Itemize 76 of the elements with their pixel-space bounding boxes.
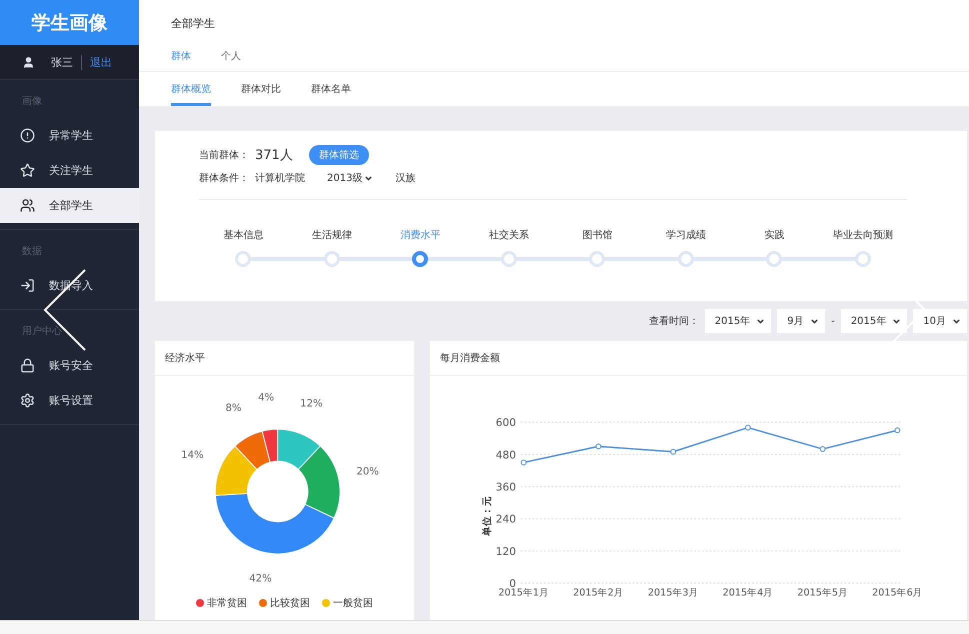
y-tick-label: 600 [496, 417, 516, 430]
section-title: 用户中心 [21, 324, 63, 339]
x-tick-label: 2015年5月 [797, 588, 848, 599]
step-dot[interactable] [412, 251, 428, 267]
caret-icon [756, 316, 766, 326]
data-point [820, 446, 826, 452]
data-point [596, 443, 602, 450]
slice-label: 14% [181, 450, 204, 461]
settings-icon [20, 393, 35, 408]
time-label: 查看时间： [648, 314, 699, 328]
alert-icon [20, 128, 35, 143]
sidebar-item[interactable]: 异常学生 [0, 118, 139, 153]
section-title: 数据 [21, 245, 43, 259]
legend-item: 一般贫困 [322, 596, 373, 610]
panel-title: 每月消费金额 [430, 341, 967, 376]
data-point [745, 424, 751, 430]
y-axis-label: 单位：元 [482, 496, 493, 536]
x-tick-label: 2015年3月 [648, 588, 698, 599]
condition-dropdown[interactable]: 2013级 [327, 171, 374, 185]
subtab[interactable]: 群体对比 [241, 72, 281, 106]
time-select[interactable]: 9月 [777, 309, 826, 333]
panel-title: 经济水平 [155, 341, 414, 376]
current-group-label: 当前群体： [199, 148, 249, 162]
step-label[interactable]: 社交关系 [488, 228, 529, 242]
step-label[interactable]: 基本信息 [223, 228, 264, 242]
y-tick-label: 0 [509, 578, 516, 590]
app-logo: 学生画像 [0, 0, 139, 45]
step-label[interactable]: 图书馆 [582, 228, 612, 242]
caret-icon [952, 316, 961, 326]
time-select[interactable]: 10月 [913, 309, 967, 333]
sidebar-item[interactable]: 账号安全 [0, 348, 139, 383]
slice-label: 20% [356, 466, 379, 478]
condition-tag: 计算机学院 [255, 171, 305, 185]
x-tick-label: 2015年6月 [872, 588, 923, 599]
sidebar-item[interactable]: 全部学生 [0, 188, 139, 223]
step-label[interactable]: 毕业去向预测 [832, 228, 893, 242]
y-tick-label: 480 [496, 449, 516, 462]
y-tick-label: 360 [496, 481, 516, 494]
star-icon [20, 163, 35, 178]
step-label[interactable]: 实践 [764, 228, 784, 242]
group-count: 371人 [255, 147, 293, 164]
sidebar-item[interactable]: 账号设置 [0, 383, 139, 418]
sidebar-item[interactable]: 关注学生 [0, 153, 139, 188]
legend-item: 比较贫困 [259, 596, 310, 610]
subtab[interactable]: 群体名单 [311, 72, 351, 106]
y-tick-label: 120 [496, 546, 516, 558]
caret-icon [810, 316, 820, 326]
section-title: 画像 [21, 95, 43, 109]
group-icon [20, 198, 35, 213]
data-point [670, 448, 676, 455]
slice-label: 42% [249, 574, 272, 585]
user-icon [22, 56, 35, 68]
x-tick-label: 2015年4月 [722, 588, 774, 599]
time-select[interactable]: 2015年 [704, 309, 772, 333]
step-label[interactable]: 生活规律 [312, 228, 352, 242]
step-label[interactable]: 学习成绩 [666, 228, 706, 242]
lock-icon [20, 358, 35, 373]
slice-label: 8% [225, 403, 242, 414]
y-tick-label: 240 [496, 514, 516, 526]
slice-label: 12% [300, 398, 323, 410]
time-select[interactable]: 2015年 [840, 309, 908, 333]
data-point [894, 427, 900, 434]
tab[interactable]: 个人 [221, 43, 241, 71]
data-point [520, 460, 527, 466]
logout-link[interactable]: 退出 [81, 54, 112, 70]
page-title: 全部学生 [170, 16, 216, 32]
import-icon [20, 278, 35, 293]
x-tick-label: 2015年1月 [498, 588, 549, 599]
x-tick-label: 2015年2月 [573, 588, 624, 599]
legend-item: 非常贫困 [196, 596, 247, 610]
range-separator: - [831, 316, 835, 326]
user-name: 张三 [51, 54, 73, 70]
caret-icon [892, 316, 902, 326]
condition-tag: 汉族 [395, 171, 416, 185]
conditions-label: 群体条件： [199, 172, 249, 185]
slice-label: 4% [258, 392, 274, 404]
